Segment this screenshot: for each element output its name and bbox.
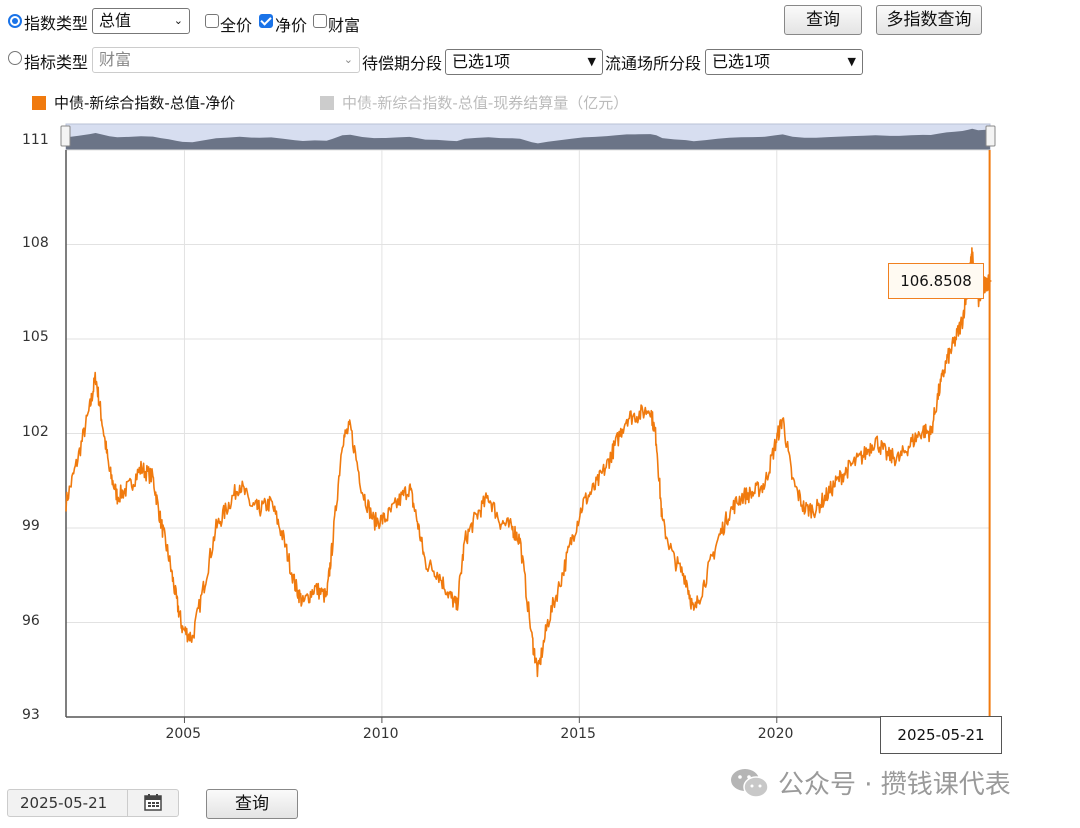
query-button[interactable]: 查询 <box>784 5 862 35</box>
maturity-select[interactable]: 已选1项 ▼ <box>445 49 603 75</box>
full-price-label: 全价 <box>220 16 253 35</box>
venue-label: 流通场所分段 <box>605 54 702 73</box>
x-tick-label: 2015 <box>560 726 596 742</box>
cursor-layer <box>984 150 992 717</box>
wealth-checkbox[interactable] <box>313 13 327 32</box>
y-tick-label: 96 <box>22 612 40 629</box>
x-tick-label: 2020 <box>757 726 794 742</box>
maturity-value: 已选1项 <box>452 52 511 71</box>
series-line-net-price <box>65 247 991 678</box>
multi-index-query-button[interactable]: 多指数查询 <box>876 5 982 35</box>
caret-down-icon: ▼ <box>847 55 856 68</box>
maturity-label: 待偿期分段 <box>362 54 443 73</box>
date-input[interactable]: 2025-05-21 <box>7 789 179 817</box>
chevron-down-icon: ⌄ <box>173 14 183 27</box>
caret-down-icon: ▼ <box>587 55 596 68</box>
checkbox-checked-icon[interactable] <box>259 14 273 28</box>
y-tick-label: 111 <box>22 132 49 148</box>
index-type-value: 总值 <box>99 11 132 30</box>
net-price-label: 净价 <box>275 16 308 35</box>
checkbox-icon[interactable] <box>313 14 327 28</box>
navigator <box>60 123 996 151</box>
net-price-checkbox[interactable] <box>259 13 273 32</box>
navigator-series <box>66 128 990 150</box>
tooltip-pointer <box>984 276 992 286</box>
index-type-select[interactable]: 总值 ⌄ <box>92 8 190 34</box>
wealth-label: 财富 <box>328 16 361 35</box>
indicator-type-value: 财富 <box>99 50 132 69</box>
watermark: 公众号 · 攒钱课代表 <box>728 764 1011 801</box>
wechat-icon <box>731 768 769 798</box>
legend-label: 中债-新综合指数-总值-净价 <box>54 94 236 112</box>
grid <box>65 149 990 723</box>
indicator-type-label: 指标类型 <box>24 53 89 72</box>
legend-item-net-price[interactable]: 中债-新综合指数-总值-净价 <box>32 92 235 113</box>
calendar-icon-graphic <box>144 794 162 811</box>
bottom-query-button[interactable]: 查询 <box>206 789 298 819</box>
index-type-radio[interactable] <box>8 13 22 32</box>
full-price-checkbox[interactable] <box>205 13 219 32</box>
y-tick-label: 99 <box>22 518 40 534</box>
x-tick-label: 2010 <box>362 726 399 742</box>
series-layer <box>65 247 991 678</box>
radio-icon[interactable] <box>8 14 22 28</box>
legend-swatch <box>320 95 334 110</box>
y-tick-label: 108 <box>22 234 49 251</box>
radio-icon[interactable] <box>8 51 22 65</box>
navigator-background <box>65 123 991 151</box>
date-value: 2025-05-21 <box>20 794 108 812</box>
legend-swatch <box>32 95 46 110</box>
line-chart <box>60 123 996 723</box>
value-tooltip: 106.8508 <box>888 263 984 299</box>
venue-value: 已选1项 <box>712 52 771 71</box>
checkbox-icon[interactable] <box>205 14 219 28</box>
chevron-down-icon: ⌄ <box>343 53 353 66</box>
navigator-handle-left <box>60 125 71 147</box>
x-tick-label: 2005 <box>165 726 202 742</box>
y-tick-label: 105 <box>22 329 49 345</box>
date-tooltip: 2025-05-21 <box>880 716 1002 754</box>
calendar-icon[interactable] <box>127 790 178 816</box>
indicator-type-radio[interactable] <box>8 50 22 69</box>
watermark-text: 公众号 · 攒钱课代表 <box>778 770 1011 800</box>
y-tick-label: 93 <box>22 707 40 723</box>
venue-select[interactable]: 已选1项 ▼ <box>705 49 863 75</box>
navigator-handle-right <box>985 125 996 147</box>
index-type-label: 指数类型 <box>24 14 89 33</box>
legend-label: 中债-新综合指数-总值-现券结算量（亿元） <box>342 94 629 112</box>
legend-item-settlement[interactable]: 中债-新综合指数-总值-现券结算量（亿元） <box>320 92 628 113</box>
y-tick-label: 102 <box>22 423 49 440</box>
indicator-type-select[interactable]: 财富 ⌄ <box>92 47 360 73</box>
